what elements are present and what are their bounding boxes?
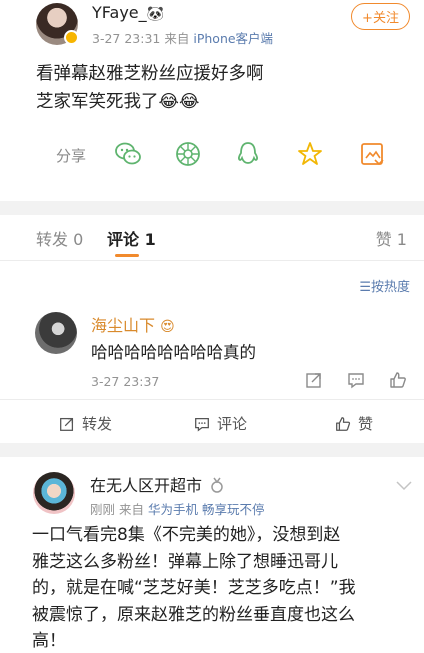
action-bar: 转发 评论 赞 <box>0 405 424 441</box>
commenter[interactable]: 海尘山下 😍 <box>91 312 175 336</box>
comment-icon <box>195 417 209 432</box>
post-time: 3-27 23:31 <box>92 31 161 46</box>
like-button[interactable]: 赞 <box>334 413 373 434</box>
share-label: 分享 <box>56 147 87 165</box>
moments-icon[interactable] <box>174 140 202 168</box>
repost-icon <box>60 417 74 431</box>
repost-label: 转发 <box>82 415 113 433</box>
post2-text-line: 雅芝这么多粉丝！弹幕上除了想睡迅哥儿 <box>32 551 338 572</box>
post2-source[interactable]: 华为手机 畅享玩不停 <box>148 502 264 517</box>
active-tab-indicator <box>115 254 139 257</box>
save-image-icon[interactable] <box>358 140 386 168</box>
repost-button[interactable]: 转发 <box>58 413 112 434</box>
comment-text: 哈哈哈哈哈哈哈哈真的 <box>91 343 256 362</box>
comment-divider <box>0 399 424 400</box>
post-text-line: 看弹幕赵雅芝粉丝应援好多啊 <box>36 64 264 84</box>
commenter-avatar[interactable] <box>35 312 77 354</box>
verified-badge <box>64 30 79 45</box>
post-author-name[interactable]: YFaye_ <box>92 3 147 22</box>
share-row: 分享 <box>56 140 396 170</box>
post2-text-line: 的，就是在喊“芝芝好美！芝芝多吃点！”我 <box>32 578 356 598</box>
sort-by-hot-button[interactable]: ☰按热度 <box>359 276 410 295</box>
post2-time: 刚刚 <box>90 502 116 517</box>
like-label: 赞 <box>358 415 374 433</box>
post-author[interactable]: YFaye_🐼 <box>92 3 164 22</box>
post-meta: 3-27 23:31 来自 iPhone客户端 <box>92 28 273 47</box>
post2-text-line: 被震惊了，原来赵雅芝的粉丝垂直度也这么 <box>32 604 355 625</box>
section-divider <box>0 201 424 215</box>
section-divider <box>0 443 424 457</box>
tab-bar: 转发 0 评论 1 赞 1 <box>0 216 424 260</box>
medal-icon <box>211 477 223 493</box>
tab-like[interactable]: 赞 1 <box>376 226 407 250</box>
follow-button[interactable]: +关注 <box>351 3 410 30</box>
repost-comment-icon[interactable] <box>304 370 324 390</box>
post-source[interactable]: iPhone客户端 <box>193 31 273 46</box>
reply-comment-icon[interactable] <box>346 370 366 390</box>
qzone-star-icon[interactable] <box>296 140 324 168</box>
tab-comment[interactable]: 评论 1 <box>107 226 156 250</box>
comment-time: 3-27 23:37 <box>91 374 160 389</box>
tab-repost[interactable]: 转发 0 <box>36 226 83 250</box>
post-text: 看弹幕赵雅芝粉丝应援好多啊 芝家军笑死我了😂😂 <box>36 60 396 116</box>
chevron-down-icon[interactable] <box>396 476 412 495</box>
post2-text: 一口气看完8集《不完美的她》，没想到赵 雅芝这么多粉丝！弹幕上除了想睡迅哥儿 的… <box>32 522 410 653</box>
comment-button[interactable]: 评论 <box>193 413 247 434</box>
post2-text-line: 高！ <box>32 631 66 651</box>
thumbs-up-icon <box>336 416 351 431</box>
heart-eyes-emoji: 😍 <box>160 319 175 335</box>
qq-icon[interactable] <box>234 140 262 168</box>
post2-meta: 刚刚 来自 华为手机 畅享玩不停 <box>90 499 264 518</box>
post-text-line: 芝家军笑死我了😂😂 <box>36 92 200 112</box>
post2-source-prefix: 来自 <box>119 502 145 517</box>
post2-author[interactable]: 在无人区开超市 <box>90 472 224 496</box>
post2-author-name[interactable]: 在无人区开超市 <box>90 476 202 495</box>
post2-text-line: 一口气看完8集《不完美的她》，没想到赵 <box>32 525 341 545</box>
like-comment-icon[interactable] <box>388 370 408 390</box>
commenter-name[interactable]: 海尘山下 <box>91 316 155 335</box>
comment-label: 评论 <box>217 415 248 433</box>
post2-author-avatar[interactable] <box>33 472 75 514</box>
wechat-icon[interactable] <box>114 140 142 168</box>
panda-emoji: 🐼 <box>146 6 165 22</box>
tab-divider <box>0 260 424 261</box>
post-source-prefix: 来自 <box>164 31 190 46</box>
